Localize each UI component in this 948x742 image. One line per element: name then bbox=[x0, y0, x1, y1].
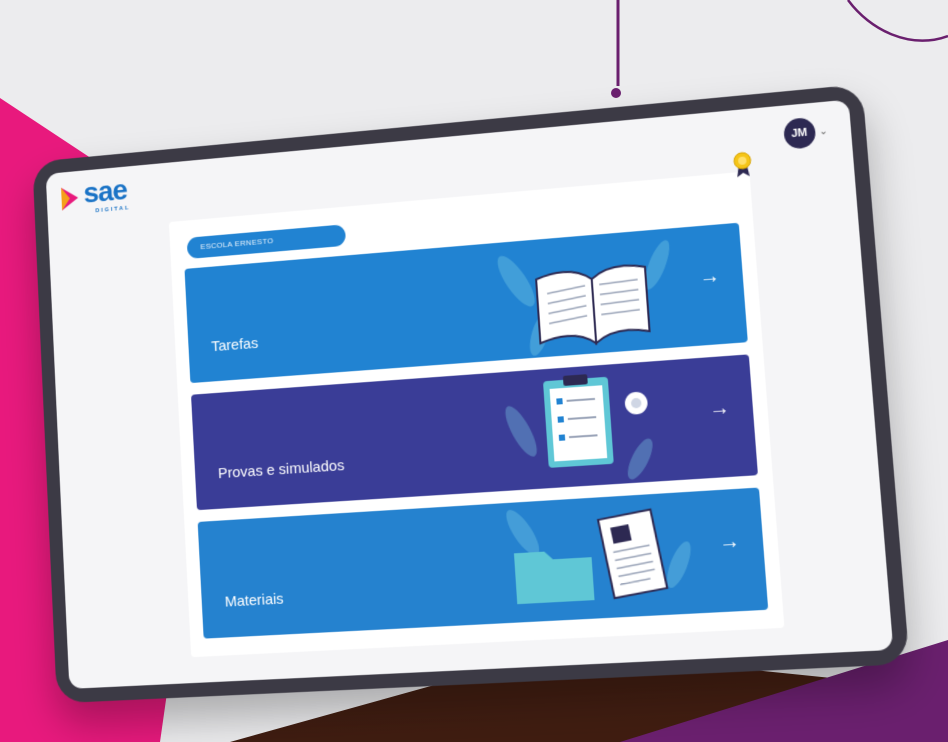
user-menu[interactable]: JM ⌄ bbox=[782, 116, 830, 150]
arrow-right-icon[interactable]: → bbox=[708, 397, 731, 422]
arrow-right-icon[interactable]: → bbox=[718, 530, 741, 555]
arrow-right-icon[interactable]: → bbox=[698, 265, 720, 290]
open-book-icon bbox=[491, 237, 675, 358]
logo-text: sae bbox=[82, 174, 128, 210]
card-title: Tarefas bbox=[210, 335, 259, 356]
card-provas-e-simulados[interactable]: → Provas e simulados bbox=[191, 354, 758, 511]
checklist-clipboard-icon bbox=[499, 374, 658, 483]
avatar[interactable]: JM bbox=[782, 116, 817, 150]
main-content-panel: ESCOLA ERNESTO → Tarefas → Provas e simu… bbox=[168, 171, 785, 658]
card-materiais[interactable]: → Materiais bbox=[197, 487, 769, 639]
folder-document-icon bbox=[500, 491, 696, 605]
chevron-down-icon[interactable]: ⌄ bbox=[819, 125, 829, 137]
award-icon[interactable] bbox=[731, 151, 754, 179]
tablet-frame: sae DIGITAL JM ⌄ ESCOLA ERNESTO → Tarefa… bbox=[32, 84, 910, 704]
card-title: Provas e simulados bbox=[217, 457, 345, 483]
app-screen: sae DIGITAL JM ⌄ ESCOLA ERNESTO → Tarefa… bbox=[45, 99, 894, 689]
school-badge[interactable]: ESCOLA ERNESTO bbox=[186, 224, 347, 260]
logo-play-icon bbox=[61, 186, 79, 211]
card-title: Materiais bbox=[224, 590, 285, 611]
